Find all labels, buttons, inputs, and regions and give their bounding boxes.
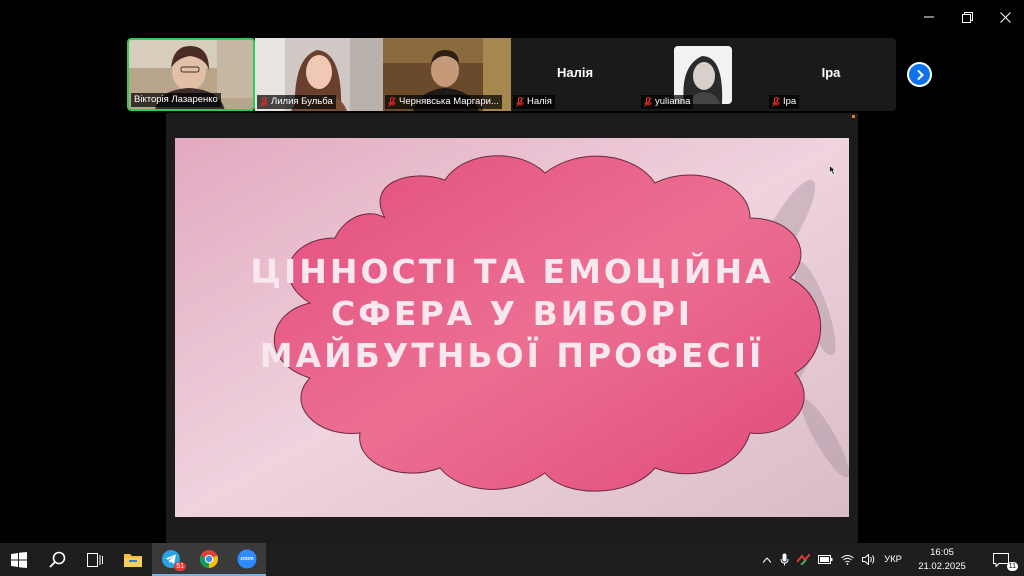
telegram-button[interactable]: 51 <box>152 543 190 576</box>
slide-title-line: Цінності та емоційна <box>250 252 774 291</box>
mic-muted-icon <box>772 97 780 107</box>
zoom-label: zoom <box>240 555 254 562</box>
close-button[interactable] <box>986 0 1024 34</box>
chevron-right-icon <box>916 69 924 80</box>
app-tray-button[interactable] <box>793 543 814 576</box>
wifi-icon <box>841 555 854 565</box>
chrome-icon <box>199 549 219 568</box>
participant-name-tag: Чернявська Маргари... <box>385 95 502 109</box>
clock[interactable]: 16:05 21.02.2025 <box>906 543 978 576</box>
notification-count: 11 <box>1006 562 1018 571</box>
microphone-icon <box>780 553 789 566</box>
search-button[interactable] <box>38 543 76 576</box>
participant-tile[interactable]: yulianna <box>639 38 767 111</box>
start-button[interactable] <box>0 543 38 576</box>
volume-button[interactable] <box>858 543 880 576</box>
participant-name: Вікторія Лазаренко <box>134 94 218 105</box>
participant-tile[interactable]: Іра Іра <box>767 38 895 111</box>
participant-display-name: Іра <box>821 65 841 80</box>
start-icon <box>11 551 27 568</box>
minimize-icon <box>924 16 934 18</box>
participant-tile[interactable]: Вікторія Лазаренко <box>127 38 255 111</box>
mic-muted-icon <box>644 97 652 107</box>
mouse-cursor-icon <box>829 165 837 175</box>
anydesk-icon <box>797 554 811 565</box>
file-explorer-icon <box>124 554 142 567</box>
close-icon <box>999 11 1011 23</box>
participant-name-tag: Іра <box>769 95 800 109</box>
next-page-button[interactable] <box>907 62 932 87</box>
chrome-button[interactable] <box>190 543 228 576</box>
task-view-button[interactable] <box>76 543 114 576</box>
slide-title-line: майбутньої професії <box>259 336 765 375</box>
slide-title-line: сфера у виборі <box>330 294 694 333</box>
restore-icon <box>961 11 973 23</box>
participant-name: yulianna <box>655 96 691 107</box>
search-icon <box>48 551 65 568</box>
telegram-badge: 51 <box>174 562 186 571</box>
show-hidden-icons-button[interactable] <box>758 543 776 576</box>
system-tray: УКР 16:05 21.02.2025 11 <box>758 543 1024 576</box>
volume-icon <box>862 554 875 565</box>
microphone-tray-button[interactable] <box>776 543 793 576</box>
participant-tile[interactable]: Лилия Бульба <box>255 38 383 111</box>
language-indicator[interactable]: УКР <box>880 543 906 576</box>
task-view-icon <box>87 552 103 567</box>
clock-time: 16:05 <box>930 546 954 558</box>
wifi-button[interactable] <box>837 543 858 576</box>
mic-muted-icon <box>516 97 524 107</box>
mic-muted-icon <box>260 97 268 107</box>
slide-title: Цінності та емоційна сфера у виборі майб… <box>175 251 849 377</box>
presentation-slide: Цінності та емоційна сфера у виборі майб… <box>175 138 849 517</box>
clock-date: 21.02.2025 <box>918 560 966 572</box>
share-indicator <box>852 115 855 118</box>
mic-muted-icon <box>388 97 396 107</box>
battery-button[interactable] <box>814 543 837 576</box>
participant-tile[interactable]: Чернявська Маргари... <box>383 38 511 111</box>
zoom-button[interactable]: zoom <box>228 543 266 576</box>
notifications-button[interactable]: 11 <box>978 543 1024 576</box>
participant-name-tag: yulianna <box>641 95 694 109</box>
participant-name-tag: Налія <box>513 95 555 109</box>
file-explorer-button[interactable] <box>114 543 152 576</box>
minimize-button[interactable] <box>910 0 948 34</box>
participant-display-name: Налія <box>556 65 594 80</box>
participant-name-tag: Вікторія Лазаренко <box>131 93 221 107</box>
taskbar: 51 zoom УКР 16:05 21.02.2025 11 <box>0 543 1024 576</box>
participant-strip: Вікторія Лазаренко Лилия Бульба Чернявсь… <box>127 38 896 111</box>
battery-icon <box>818 555 833 564</box>
participant-name: Налія <box>527 96 552 107</box>
restore-button[interactable] <box>948 0 986 34</box>
window-controls <box>910 0 1024 34</box>
participant-name-tag: Лилия Бульба <box>257 95 336 109</box>
participant-name: Іра <box>783 96 797 107</box>
chevron-up-icon <box>762 556 772 563</box>
participant-name: Лилия Бульба <box>271 96 333 107</box>
participant-name: Чернявська Маргари... <box>399 96 499 107</box>
participant-tile[interactable]: Налія Налія <box>511 38 639 111</box>
